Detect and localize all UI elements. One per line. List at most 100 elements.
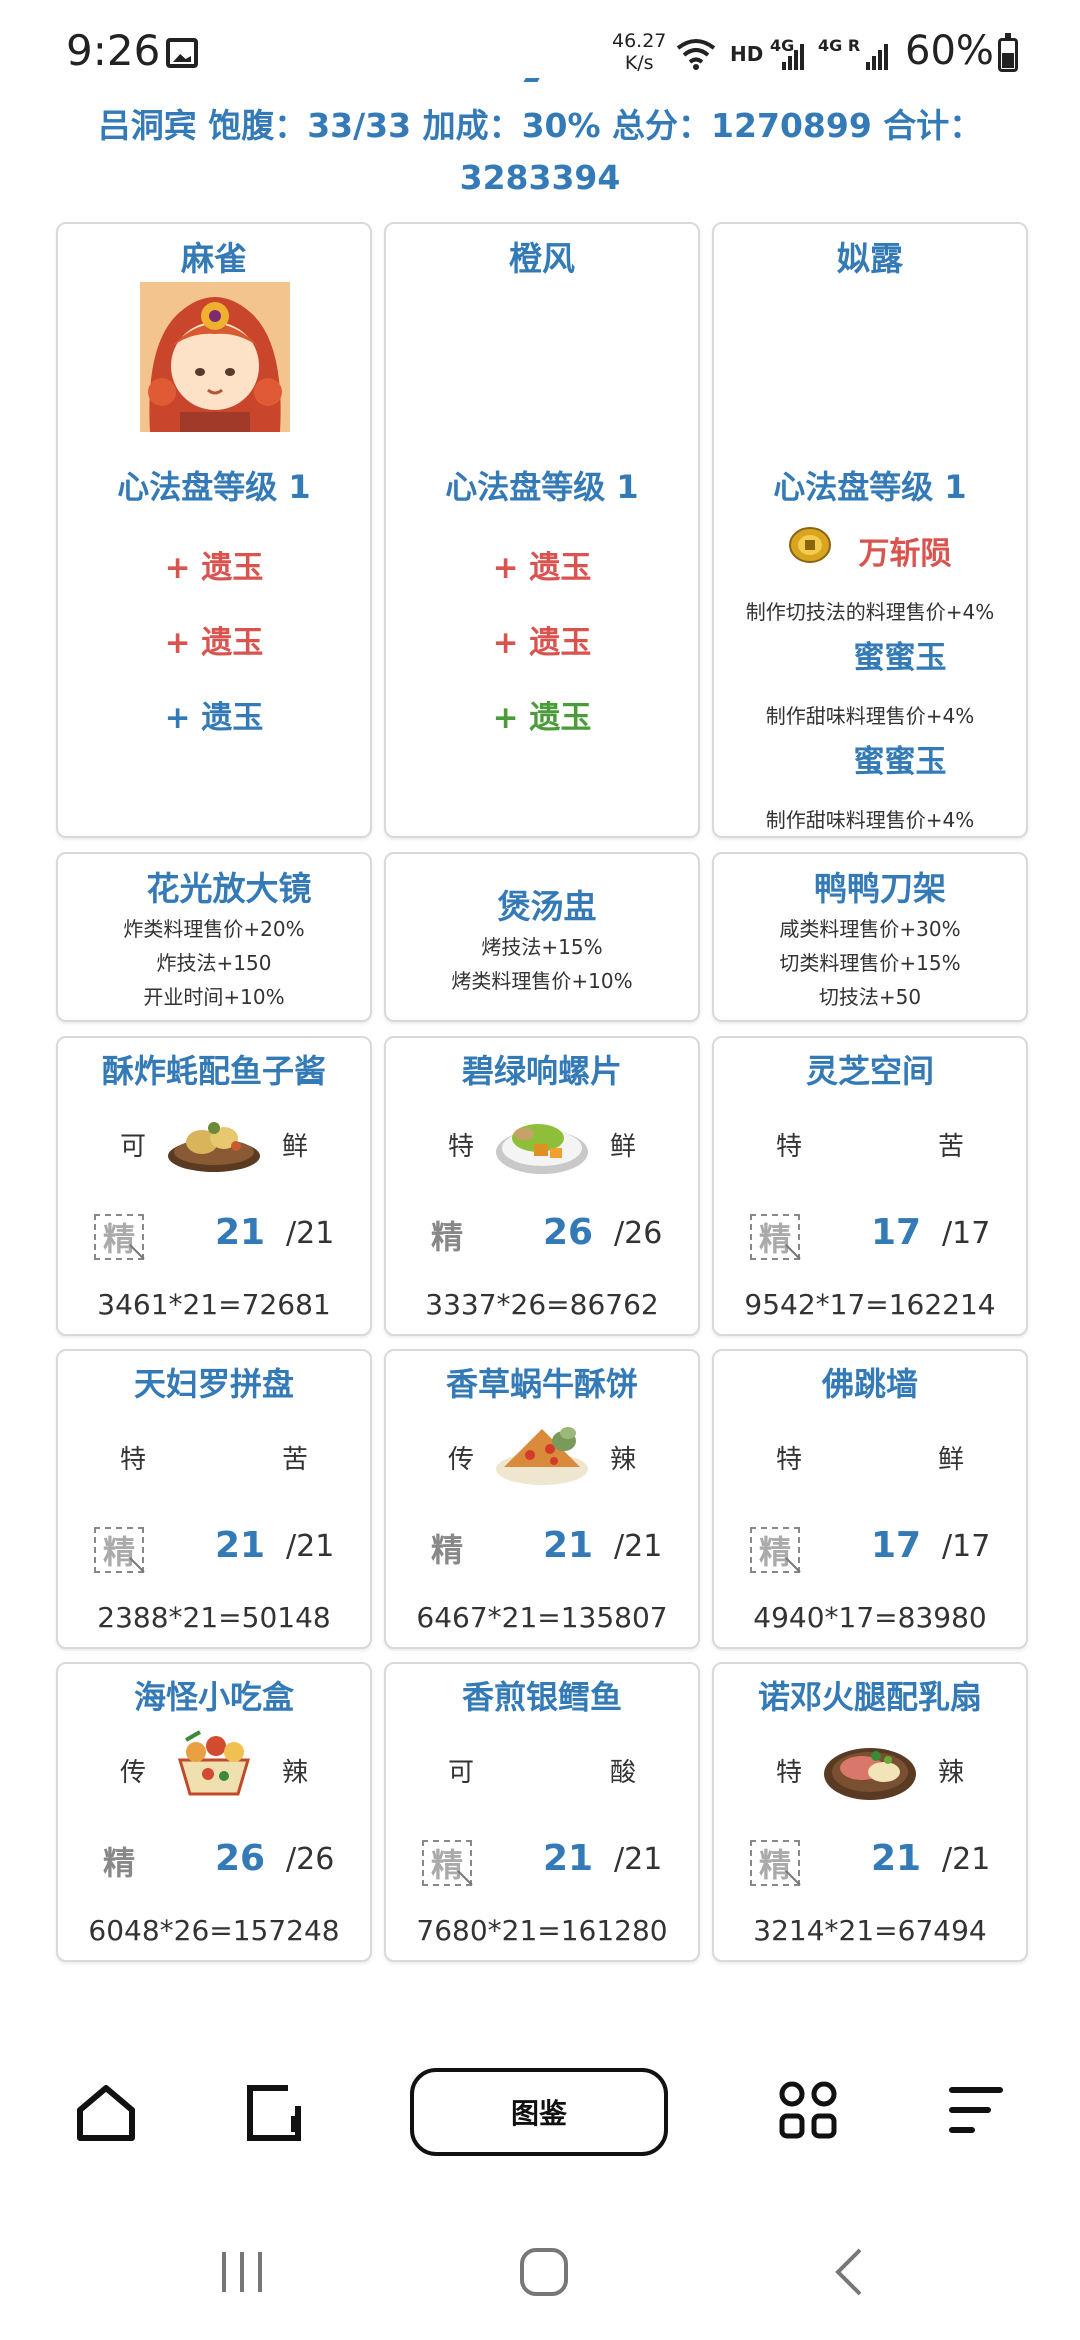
battery-icon [998,33,1018,72]
chef-card[interactable]: 橙风 心法盘等级 1 + 遗玉 + 遗玉 + 遗玉 [384,222,700,838]
dish-image [177,1730,251,1796]
recipe-flavor: 鲜 [281,1132,308,1162]
recipe-rarity: 特 [776,1445,803,1475]
network-speed-value: 46.27 [612,30,667,52]
recipe-rarity: 特 [776,1132,803,1162]
recipe-name: 香煎银鳕鱼 [461,1678,622,1716]
recipe-count[interactable]: 17 [856,1525,936,1566]
skill-name: 蜜蜜玉 [853,640,947,676]
equipment-card[interactable]: 花光放大镜 炸类料理售价+20% 炸技法+150 开业时间+10% [56,852,372,1022]
recipe-card[interactable]: 香草蜗牛酥饼传 辣精 21/21 6467*21=135807 [384,1349,700,1649]
chef-name: 橙风 [509,239,575,278]
quality-toggle[interactable]: 精 [750,1840,800,1886]
quality-toggle[interactable]: 精 [422,1527,472,1573]
recipe-score-formula: 2388*21=50148 [97,1601,331,1634]
dish-image [168,1122,260,1172]
chef-level: 心法盘等级 1 [117,468,311,506]
recipe-flavor: 辣 [937,1758,964,1788]
grid-icon[interactable] [778,2080,838,2140]
battery-percent: 60% [905,28,994,74]
equipment-card[interactable]: 鸭鸭刀架 咸类料理售价+30% 切类料理售价+15% 切技法+50 [712,852,1028,1022]
equipment-effect: 咸类料理售价+30% [779,917,961,941]
quality-toggle[interactable]: 精 [422,1840,472,1886]
jade-slot[interactable]: + 遗玉 [386,692,698,737]
jade-slot[interactable]: + 遗玉 [58,617,370,662]
recipe-score-formula: 6467*21=135807 [416,1601,668,1634]
equipment-name: 煲汤盅 [497,887,597,926]
jade-slot[interactable]: + 遗玉 [386,542,698,587]
chef-name: 麻雀 [181,239,247,278]
recipe-name: 碧绿响螺片 [461,1052,622,1090]
network-type-2: 4G R [818,36,861,55]
equipment-card[interactable]: 煲汤盅 烤技法+15% 烤类料理售价+10% [384,852,700,1022]
quality-toggle[interactable]: 精 [94,1840,144,1886]
chef-card[interactable]: 姒露 心法盘等级 1 万斩陨 制作切技法的料理售价+4% 蜜蜜玉 制作甜味料理售… [712,222,1028,838]
recents-icon[interactable] [218,2248,266,2296]
recipe-count[interactable]: 21 [528,1838,608,1879]
recipe-card[interactable]: 海怪小吃盒传 辣精 26/26 6048*26=157248 [56,1662,372,1962]
quality-toggle[interactable]: 精 [94,1527,144,1573]
recipe-flavor: 酸 [609,1758,636,1788]
chef-name: 姒露 [837,239,903,278]
recipe-card[interactable]: 香煎银鳕鱼可 酸精 21/21 7680*21=161280 [384,1662,700,1962]
recipe-card[interactable]: 天妇罗拼盘特 苦精 21/21 2388*21=50148 [56,1349,372,1649]
skill-desc: 制作甜味料理售价+4% [765,704,975,728]
recipe-card[interactable]: 诺邓火腿配乳扇特 辣精 21/21 3214*21=67494 [712,1662,1028,1962]
recipe-card[interactable]: 灵芝空间特 苦精 17/17 9542*17=162214 [712,1036,1028,1336]
recipe-name: 酥炸蚝配鱼子酱 [101,1052,326,1090]
recipe-card[interactable]: 碧绿响螺片特 鲜精 26/26 3337*26=86762 [384,1036,700,1336]
recipe-card[interactable]: 酥炸蚝配鱼子酱可 鲜精 21/21 3461*21=72681 [56,1036,372,1336]
recipe-count[interactable]: 21 [200,1212,280,1253]
equipment-effect: 炸技法+150 [156,951,272,975]
recipe-limit: /26 [614,1216,663,1251]
quality-toggle[interactable]: 精 [750,1214,800,1260]
dish-image [824,1748,916,1800]
quality-toggle[interactable]: 精 [422,1214,472,1260]
home-circle-icon[interactable] [518,2246,570,2298]
recipe-rarity: 可 [448,1758,475,1788]
quality-toggle[interactable]: 精 [94,1214,144,1260]
menu-icon[interactable] [948,2080,1004,2140]
recipe-flavor: 鲜 [937,1445,964,1475]
recipe-count[interactable]: 17 [856,1212,936,1253]
recipe-limit: /21 [286,1216,335,1251]
recipe-limit: /21 [286,1529,335,1564]
wifi-icon [676,39,716,70]
jade-slot[interactable]: + 遗玉 [386,617,698,662]
recipe-score-formula: 9542*17=162214 [744,1288,996,1321]
equipment-effect: 切类料理售价+15% [779,951,961,975]
recipe-count[interactable]: 21 [528,1525,608,1566]
recipe-name: 诺邓火腿配乳扇 [757,1678,982,1716]
equipment-effect: 烤类料理售价+10% [451,969,633,993]
recipe-score-formula: 3461*21=72681 [97,1288,331,1321]
gallery-button[interactable]: 图鉴 [410,2068,668,2156]
recipe-flavor: 苦 [281,1445,308,1475]
recipe-count[interactable]: 26 [200,1838,280,1879]
recipe-rarity: 可 [120,1132,147,1162]
equipment-effect: 开业时间+10% [143,985,285,1009]
home-icon[interactable] [74,2080,138,2144]
equipment-name: 鸭鸭刀架 [814,869,946,908]
tabs-icon[interactable] [244,2080,304,2144]
recipe-limit: /26 [286,1842,335,1877]
chef-card[interactable]: 麻雀 心法盘等级 1 + 遗玉 + 遗玉 + 遗玉 [56,222,372,838]
equipment-name: 花光放大镜 [146,869,312,908]
back-icon[interactable] [830,2246,866,2298]
recipe-limit: /21 [942,1842,991,1877]
recipe-score-formula: 7680*21=161280 [416,1914,668,1947]
recipe-limit: /17 [942,1216,991,1251]
jade-slot[interactable]: + 遗玉 [58,542,370,587]
recipe-card[interactable]: 佛跳墙特 鲜精 17/17 4940*17=83980 [712,1349,1028,1649]
status-time: 9:26 [66,26,161,75]
recipe-count[interactable]: 21 [856,1838,936,1879]
recipe-flavor: 苦 [937,1132,964,1162]
equipment-effect: 炸类料理售价+20% [123,917,305,941]
jade-slot[interactable]: + 遗玉 [58,692,370,737]
hd-indicator: HD [730,42,764,66]
recipe-rarity: 特 [120,1445,147,1475]
chef-level: 心法盘等级 1 [445,468,639,506]
recipe-count[interactable]: 21 [200,1525,280,1566]
skill-desc: 制作甜味料理售价+4% [765,808,975,832]
quality-toggle[interactable]: 精 [750,1527,800,1573]
recipe-count[interactable]: 26 [528,1212,608,1253]
